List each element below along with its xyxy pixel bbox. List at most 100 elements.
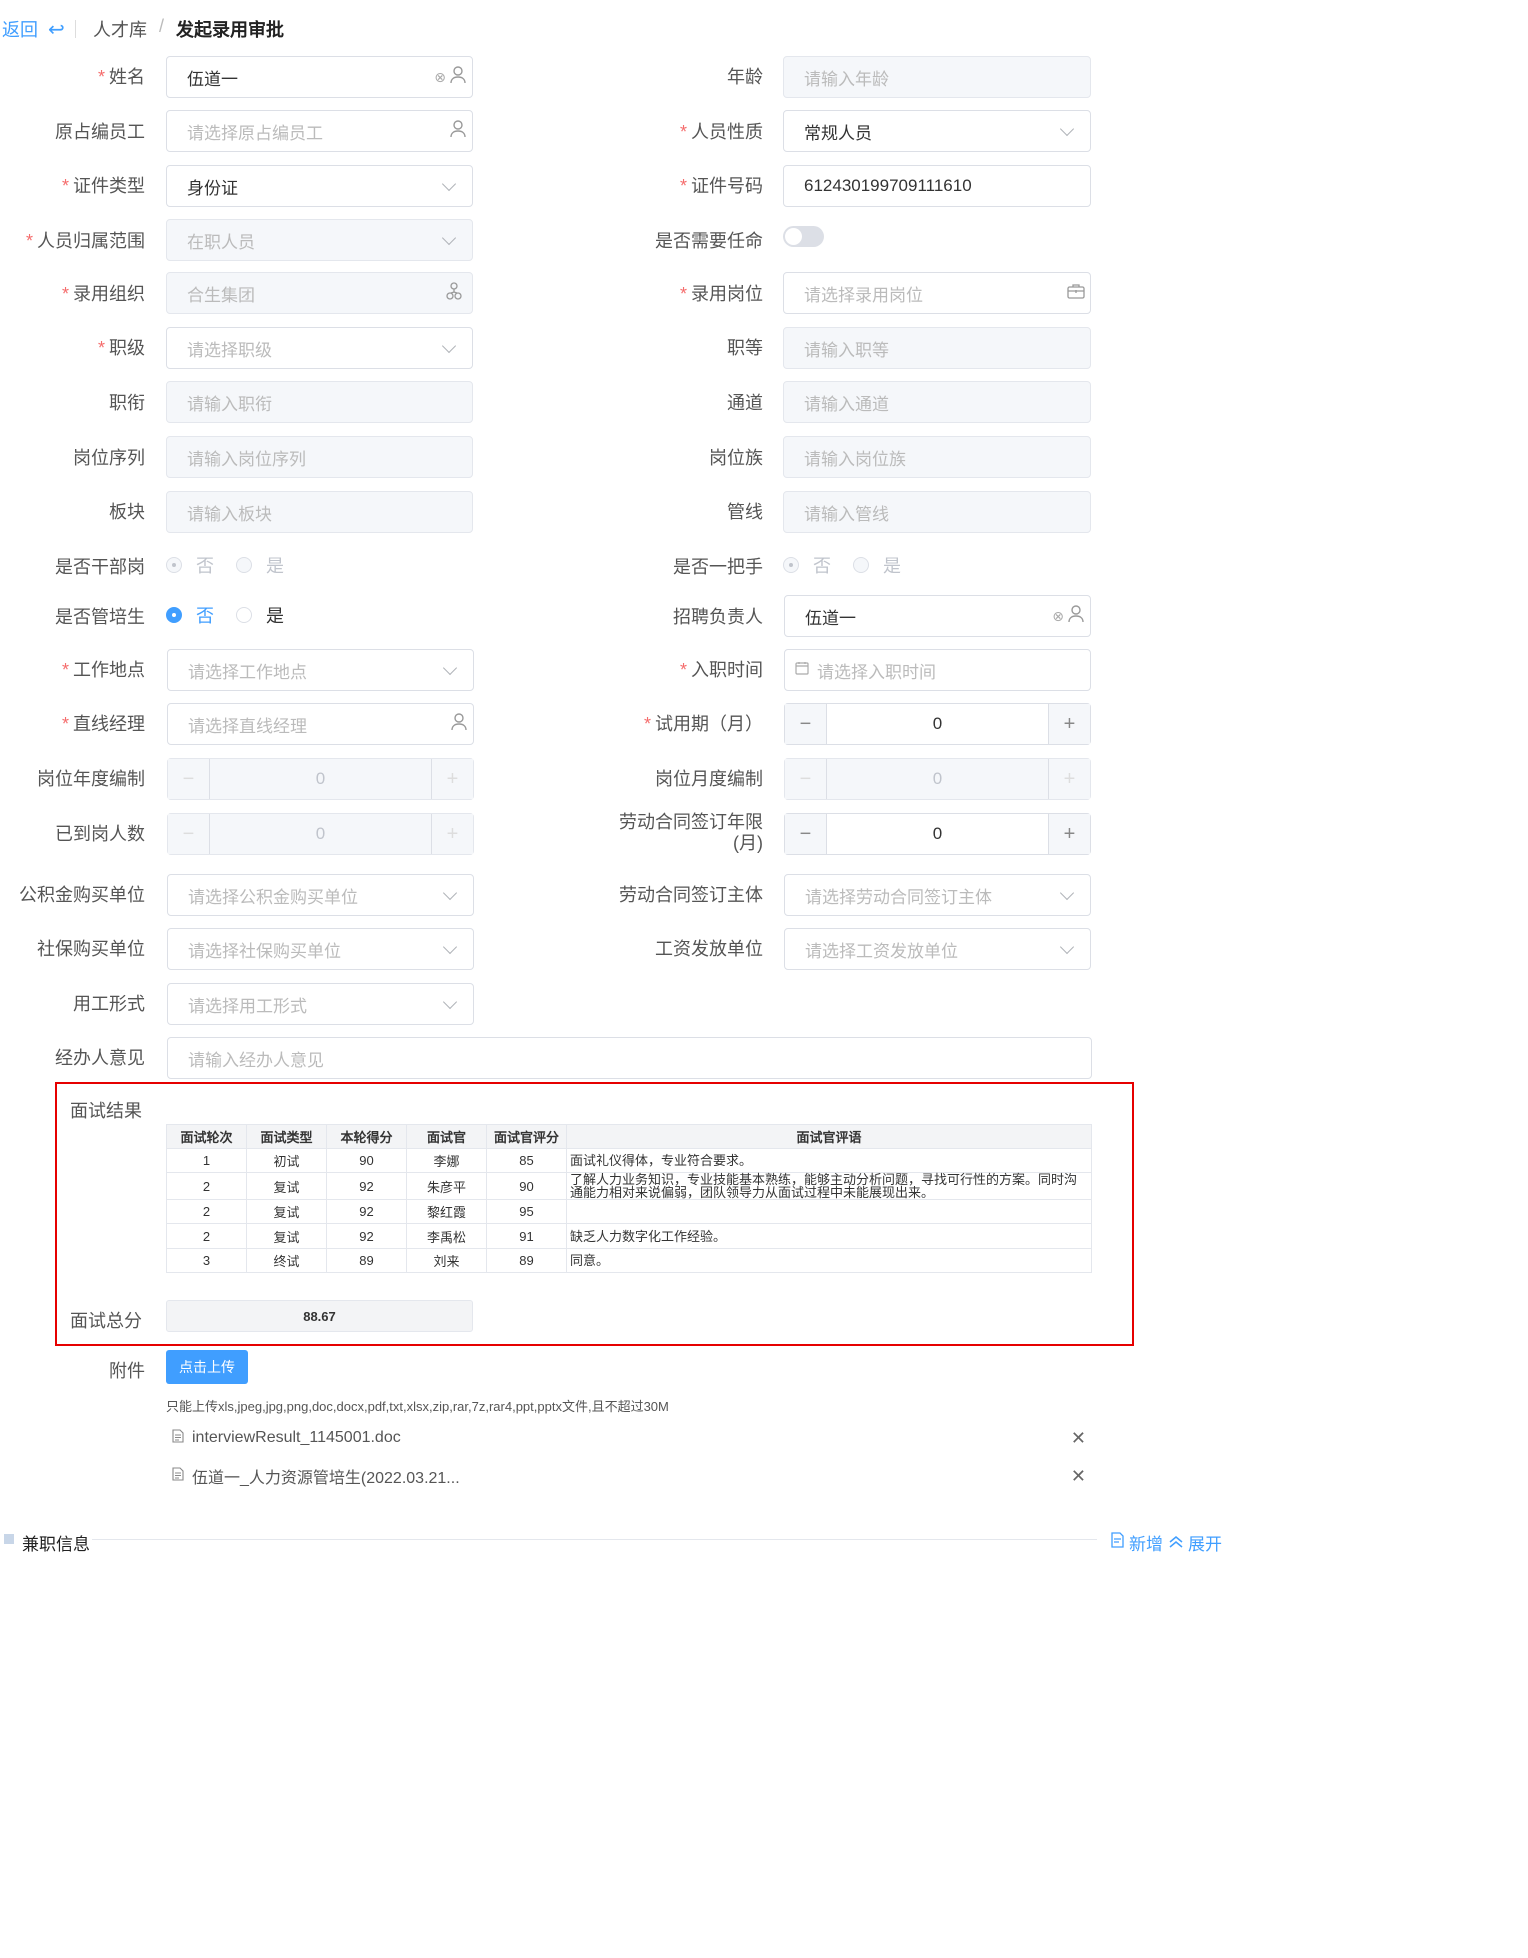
upload-button[interactable]: 点击上传 xyxy=(166,1350,248,1384)
interview-table: 面试轮次 面试类型 本轮得分 面试官 面试官评分 面试官评语 1 初试 90 李娜 85 面试礼仪得… xyxy=(166,1124,1092,1273)
user-icon[interactable] xyxy=(450,66,466,88)
chevron-down-icon xyxy=(441,338,457,354)
back-button[interactable]: 返回 ↩ xyxy=(2,16,65,42)
entry-date-picker[interactable]: 请选择入职时间 xyxy=(784,649,1091,691)
decrease-button[interactable]: − xyxy=(785,814,827,854)
rank-field: 请输入职等 xyxy=(783,327,1091,369)
handler-opinion-field[interactable]: 请输入经办人意见 xyxy=(167,1037,1092,1079)
contract-body-select[interactable]: 请选择劳动合同签订主体 xyxy=(784,874,1091,916)
name-field[interactable]: 伍道一 ⊗ xyxy=(166,56,473,98)
name-label: * 姓名 xyxy=(97,67,145,87)
manager-field[interactable]: 请选择直线经理 xyxy=(167,703,474,745)
table-header-cell: 面试官评分 xyxy=(486,1124,567,1149)
trainee-radio-yes[interactable]: 是 xyxy=(236,602,284,628)
chevron-down-icon xyxy=(442,939,458,955)
total-score-value: 88.67 xyxy=(166,1300,473,1332)
sector-label: 板块 xyxy=(109,502,145,522)
decrease-button: − xyxy=(168,759,210,799)
probation-stepper[interactable]: − 0 + xyxy=(784,703,1091,745)
post-field[interactable]: 请选择录用岗位 xyxy=(783,272,1091,314)
table-cell: 2 xyxy=(166,1199,247,1224)
recruiter-field[interactable]: 伍道一 ⊗ xyxy=(784,595,1091,637)
table-cell: 初试 xyxy=(246,1148,327,1173)
social-unit-label: 社保购买单位 xyxy=(37,939,145,959)
chevron-down-icon xyxy=(1059,121,1075,137)
briefcase-icon[interactable] xyxy=(1067,283,1085,303)
chevron-up-double-icon xyxy=(1168,1533,1184,1553)
need-appoint-switch[interactable] xyxy=(783,226,824,247)
year-quota-stepper: − 0 + xyxy=(167,758,474,800)
cadre-label: 是否干部岗 xyxy=(55,557,145,577)
decrease-button: − xyxy=(785,759,827,799)
grade-select[interactable]: 请选择职级 xyxy=(166,327,473,369)
breadcrumb-separator: / xyxy=(159,16,165,36)
salary-unit-select[interactable]: 请选择工资发放单位 xyxy=(784,928,1091,970)
contract-term-stepper[interactable]: − 0 + xyxy=(784,813,1091,855)
work-place-select[interactable]: 请选择工作地点 xyxy=(167,649,474,691)
table-cell: 同意。 xyxy=(566,1248,1092,1273)
clear-icon[interactable]: ⊗ xyxy=(434,70,446,84)
close-icon[interactable]: ✕ xyxy=(1071,1466,1086,1487)
table-cell: 李禹松 xyxy=(406,1223,487,1249)
increase-button: + xyxy=(431,759,473,799)
person-type-select[interactable]: 常规人员 xyxy=(783,110,1091,152)
id-type-select[interactable]: 身份证 xyxy=(166,165,473,207)
breadcrumb-root[interactable]: 人才库 xyxy=(93,16,147,42)
chevron-down-icon xyxy=(442,994,458,1010)
add-parttime-button[interactable]: 新增 xyxy=(1111,1530,1163,1555)
increase-button[interactable]: + xyxy=(1048,814,1090,854)
user-icon[interactable] xyxy=(451,713,467,735)
table-cell: 李娜 xyxy=(406,1148,487,1173)
table-cell xyxy=(566,1199,1092,1224)
file-item[interactable]: interviewResult_1145001.doc ✕ xyxy=(166,1425,1092,1451)
channel-label: 通道 xyxy=(727,393,763,413)
clear-icon[interactable]: ⊗ xyxy=(1052,609,1064,623)
table-row: 2 复试 92 朱彦平 90 了解人力业务知识，专业技能基本熟练，能够主动分析问题，寻找可… xyxy=(166,1172,1092,1200)
breadcrumb: 人才库 / 发起录用审批 xyxy=(93,16,284,42)
salary-unit-label: 工资发放单位 xyxy=(655,939,763,959)
user-icon[interactable] xyxy=(1068,605,1084,627)
table-header-cell: 面试类型 xyxy=(246,1124,327,1149)
increase-button: + xyxy=(1048,759,1090,799)
decrease-button[interactable]: − xyxy=(785,704,827,744)
user-icon[interactable] xyxy=(450,120,466,142)
file-item[interactable]: 伍道一_人力资源管培生(2022.03.21... ✕ xyxy=(166,1463,1092,1489)
post-seq-field: 请输入岗位序列 xyxy=(166,436,473,478)
expand-button[interactable]: 展开 xyxy=(1168,1530,1222,1555)
title-label: 职衔 xyxy=(109,393,145,413)
table-cell: 面试礼仪得体，专业符合要求。 xyxy=(566,1148,1092,1173)
table-cell: 90 xyxy=(486,1172,567,1200)
top-leader-label: 是否一把手 xyxy=(673,557,763,577)
id-number-field[interactable]: 612430199709111610 xyxy=(783,165,1091,207)
file-name[interactable]: interviewResult_1145001.doc xyxy=(192,1429,401,1447)
post-label: * 录用岗位 xyxy=(679,284,763,304)
table-header-cell: 本轮得分 xyxy=(326,1124,407,1149)
contract-term-label: 劳动合同签订年限 (月) xyxy=(619,812,763,853)
arrived-label: 已到岗人数 xyxy=(55,824,145,844)
table-row: 3 终试 89 刘来 89 同意。 xyxy=(166,1248,1092,1273)
file-name[interactable]: 伍道一_人力资源管培生(2022.03.21... xyxy=(192,1464,460,1488)
post-family-field: 请输入岗位族 xyxy=(783,436,1091,478)
entry-date-label: * 入职时间 xyxy=(679,660,763,680)
employ-form-select[interactable]: 请选择用工形式 xyxy=(167,983,474,1025)
section-icon xyxy=(4,1533,14,1544)
line-label: 管线 xyxy=(727,502,763,522)
grade-label: * 职级 xyxy=(97,338,145,358)
back-label: 返回 xyxy=(2,20,38,40)
increase-button[interactable]: + xyxy=(1048,704,1090,744)
fund-unit-select[interactable]: 请选择公积金购买单位 xyxy=(167,874,474,916)
close-icon[interactable]: ✕ xyxy=(1071,1428,1086,1449)
name-value: 伍道一 xyxy=(187,69,238,89)
post-seq-label: 岗位序列 xyxy=(73,448,145,468)
table-cell: 1 xyxy=(166,1148,247,1173)
table-cell: 复试 xyxy=(246,1172,327,1200)
trainee-radio-no[interactable]: 否 xyxy=(166,602,214,628)
table-cell: 2 xyxy=(166,1172,247,1200)
probation-label: * 试用期（月） xyxy=(643,714,763,734)
table-cell: 89 xyxy=(486,1248,567,1273)
person-type-label: * 人员性质 xyxy=(679,122,763,142)
table-cell: 92 xyxy=(326,1199,407,1224)
trainee-label: 是否管培生 xyxy=(55,607,145,627)
orig-staff-field[interactable]: 请选择原占编员工 xyxy=(166,110,473,152)
social-unit-select[interactable]: 请选择社保购买单位 xyxy=(167,928,474,970)
